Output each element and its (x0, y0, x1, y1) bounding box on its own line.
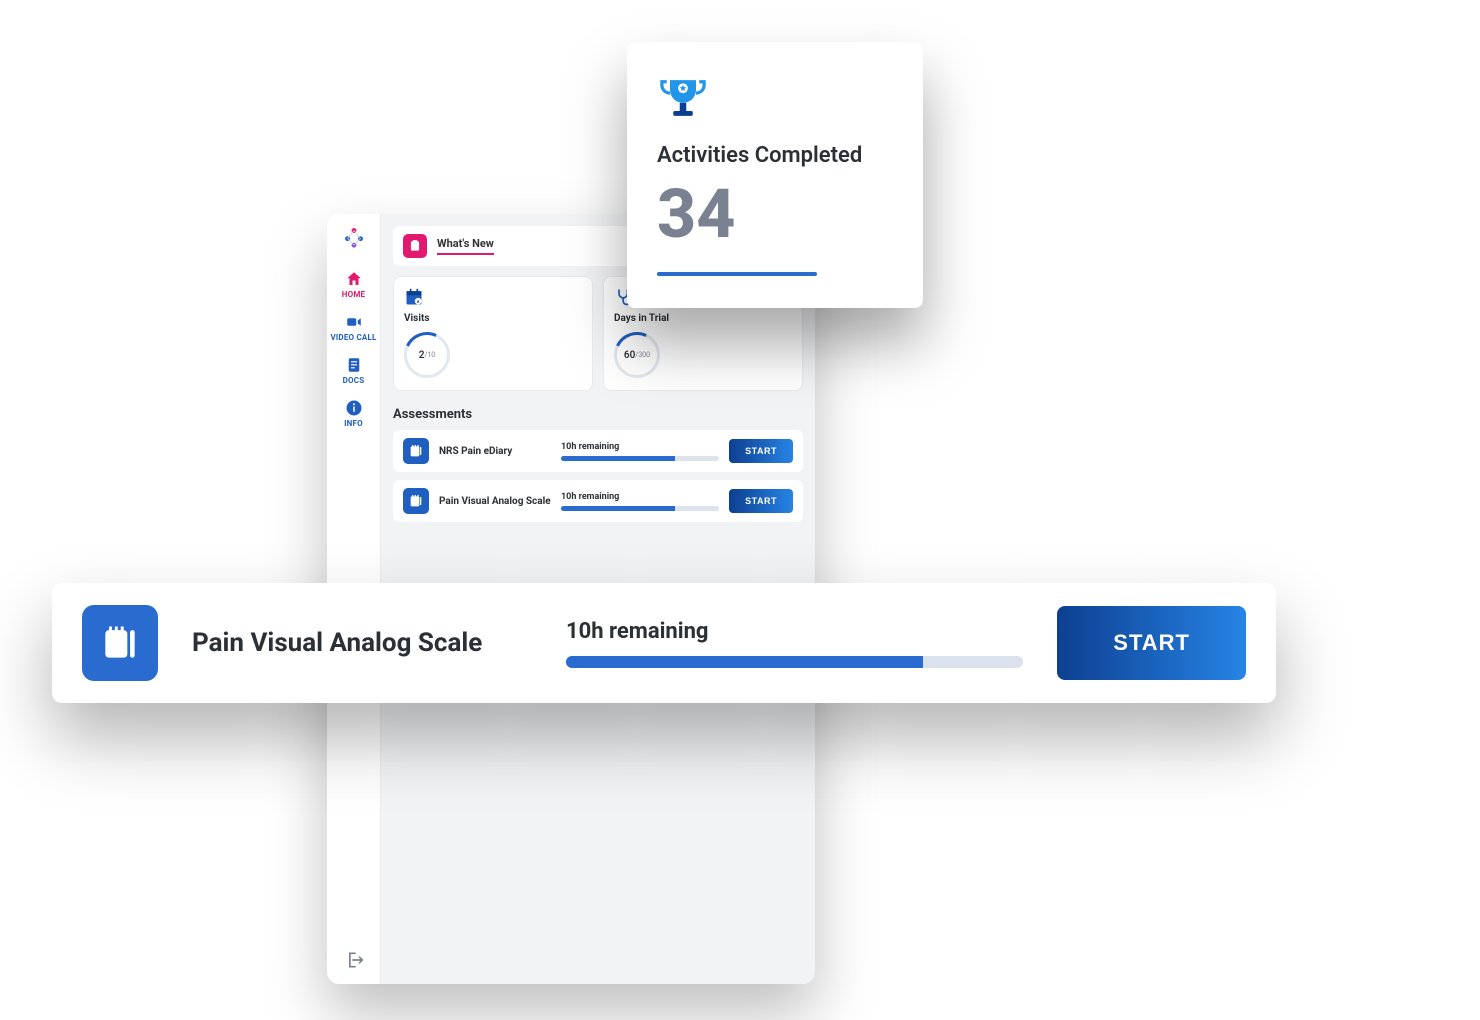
sidebar-label-info: INFO (344, 420, 363, 428)
whats-new-title: What's New (437, 237, 494, 255)
assessment-name: NRS Pain eDiary (439, 446, 551, 457)
sidebar-label-docs: DOCS (343, 377, 365, 385)
progress-bar (561, 506, 719, 511)
sidebar-item-home[interactable]: HOME (327, 264, 381, 307)
document-icon (345, 356, 363, 374)
trophy-icon (657, 72, 709, 124)
notepad-icon (403, 488, 429, 514)
activities-underline (657, 272, 817, 276)
featured-assessment-row: Pain Visual Analog Scale 10h remaining S… (52, 583, 1276, 703)
assessment-name: Pain Visual Analog Scale (439, 496, 551, 507)
activities-completed-card: Activities Completed 34 (627, 42, 923, 308)
assessments-heading: Assessments (393, 407, 803, 422)
sidebar-label-video: VIDEO CALL (330, 334, 376, 342)
sidebar-item-video-call[interactable]: VIDEO CALL (327, 307, 381, 350)
featured-assessment-remaining: 10h remaining (566, 619, 1023, 644)
activities-value: 34 (657, 180, 893, 248)
assessment-remaining: 10h remaining (561, 492, 719, 502)
calendar-icon: e (404, 287, 424, 307)
video-icon (345, 313, 363, 331)
assessment-remaining: 10h remaining (561, 442, 719, 452)
featured-assessment-name: Pain Visual Analog Scale (192, 628, 532, 658)
app-logo (341, 224, 367, 250)
sidebar-item-docs[interactable]: DOCS (327, 350, 381, 393)
start-button[interactable]: START (1057, 606, 1246, 680)
start-button[interactable]: START (729, 489, 793, 513)
stat-card-visits[interactable]: e Visits 2/10 (393, 276, 593, 391)
stat-visits-gauge: 2/10 (404, 332, 450, 378)
home-icon (345, 270, 363, 288)
sidebar-label-home: HOME (342, 291, 365, 299)
notepad-icon (82, 605, 158, 681)
start-button[interactable]: START (729, 439, 793, 463)
assessment-row: NRS Pain eDiary 10h remaining START (393, 430, 803, 472)
assessment-row: Pain Visual Analog Scale 10h remaining S… (393, 480, 803, 522)
info-icon (345, 399, 363, 417)
progress-bar (566, 656, 1023, 668)
activities-title: Activities Completed (657, 142, 893, 170)
notepad-icon (403, 438, 429, 464)
stat-days-gauge: 60/300 (614, 332, 660, 378)
stat-visits-title: Visits (404, 313, 582, 324)
megaphone-icon (403, 234, 427, 258)
progress-bar (561, 456, 719, 461)
stat-days-title: Days in Trial (614, 313, 792, 324)
sidebar-item-info[interactable]: INFO (327, 393, 381, 436)
logout-icon[interactable] (344, 950, 364, 970)
